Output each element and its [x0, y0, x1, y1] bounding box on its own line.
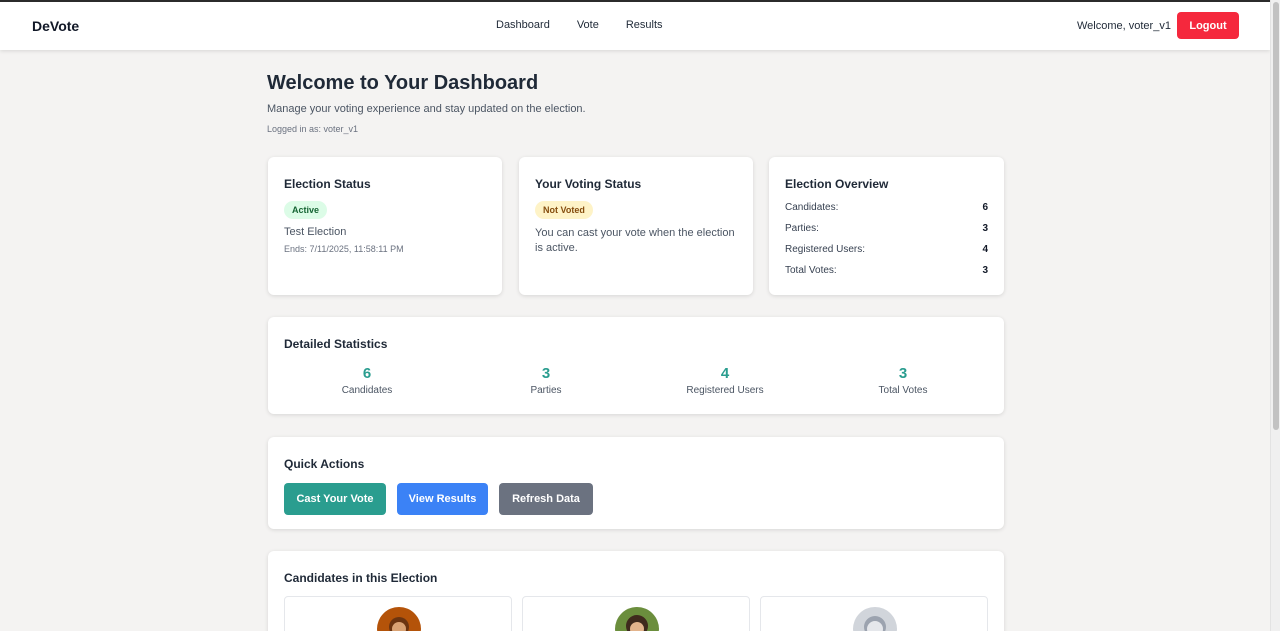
card-title: Your Voting Status: [535, 177, 642, 191]
stat-value: 3: [541, 365, 551, 382]
nav-vote[interactable]: Vote: [577, 19, 599, 31]
status-badge-active: Active: [284, 201, 328, 219]
main-nav: Dashboard Vote Results: [496, 19, 663, 31]
view-results-button[interactable]: View Results: [397, 483, 488, 515]
candidate-card[interactable]: [760, 596, 988, 631]
nav-dashboard[interactable]: Dashboard: [496, 19, 550, 31]
status-badge-not-voted: Not Voted: [535, 201, 593, 219]
election-status-card: Election Status Active Test Election End…: [268, 157, 502, 295]
stat-candidates: 6 Candidates: [287, 365, 447, 396]
welcome-user-text: Welcome, voter_v1: [1077, 20, 1171, 32]
stat-value: 3: [898, 365, 908, 382]
quick-actions-card: Quick Actions Cast Your Vote View Result…: [268, 437, 1004, 529]
stat-label: Parties: [530, 385, 562, 396]
page-scrollbar[interactable]: [1270, 0, 1280, 631]
stat-registered-users: 4 Registered Users: [645, 365, 805, 396]
overview-label: Parties:: [785, 223, 819, 234]
logout-button[interactable]: Logout: [1177, 12, 1239, 39]
card-title: Candidates in this Election: [284, 571, 438, 585]
voting-status-card: Your Voting Status Not Voted You can cas…: [519, 157, 753, 295]
cast-vote-button[interactable]: Cast Your Vote: [284, 483, 386, 515]
nav-results[interactable]: Results: [626, 19, 663, 31]
overview-value: 3: [982, 223, 988, 234]
overview-row-parties: Parties: 3: [785, 223, 988, 237]
election-overview-card: Election Overview Candidates: 6 Parties:…: [769, 157, 1004, 295]
detailed-statistics-card: Detailed Statistics 6 Candidates 3 Parti…: [268, 317, 1004, 414]
stat-value: 4: [720, 365, 730, 382]
overview-row-registered-users: Registered Users: 4: [785, 244, 988, 258]
election-name: Test Election: [284, 226, 347, 238]
overview-row-total-votes: Total Votes: 3: [785, 265, 988, 279]
page-subtitle: Manage your voting experience and stay u…: [267, 103, 586, 115]
scrollbar-thumb[interactable]: [1273, 2, 1279, 430]
brand-logo[interactable]: DeVote: [32, 18, 79, 34]
card-title: Election Overview: [785, 177, 889, 191]
stat-label: Registered Users: [686, 385, 764, 396]
stat-total-votes: 3 Total Votes: [823, 365, 983, 396]
overview-label: Candidates:: [785, 202, 839, 213]
candidate-card[interactable]: [284, 596, 512, 631]
candidate-photo-icon: [853, 607, 897, 631]
stat-parties: 3 Parties: [466, 365, 626, 396]
overview-row-candidates: Candidates: 6: [785, 202, 988, 216]
overview-value: 6: [982, 202, 988, 213]
logged-in-as: Logged in as: voter_v1: [267, 124, 359, 134]
candidate-avatar: [377, 607, 421, 631]
voting-status-message: You can cast your vote when the election…: [535, 227, 735, 254]
overview-value: 4: [982, 244, 988, 255]
top-navbar: DeVote Dashboard Vote Results Welcome, v…: [0, 0, 1270, 50]
stat-label: Total Votes: [878, 385, 928, 396]
candidates-card: Candidates in this Election: [268, 551, 1004, 631]
card-title: Detailed Statistics: [284, 337, 388, 351]
election-end-time: Ends: 7/11/2025, 11:58:11 PM: [284, 244, 404, 254]
candidate-avatar: [615, 607, 659, 631]
card-title: Quick Actions: [284, 457, 365, 471]
overview-label: Registered Users:: [785, 244, 866, 255]
overview-value: 3: [982, 265, 988, 276]
page-title: Welcome to Your Dashboard: [267, 72, 539, 94]
refresh-data-button[interactable]: Refresh Data: [499, 483, 593, 515]
overview-label: Total Votes:: [785, 265, 837, 276]
candidate-card[interactable]: [522, 596, 750, 631]
card-title: Election Status: [284, 177, 371, 191]
candidate-photo-icon: [615, 607, 659, 631]
candidate-avatar: [853, 607, 897, 631]
stat-label: Candidates: [341, 385, 393, 396]
stat-value: 6: [362, 365, 372, 382]
candidate-photo-icon: [377, 607, 421, 631]
